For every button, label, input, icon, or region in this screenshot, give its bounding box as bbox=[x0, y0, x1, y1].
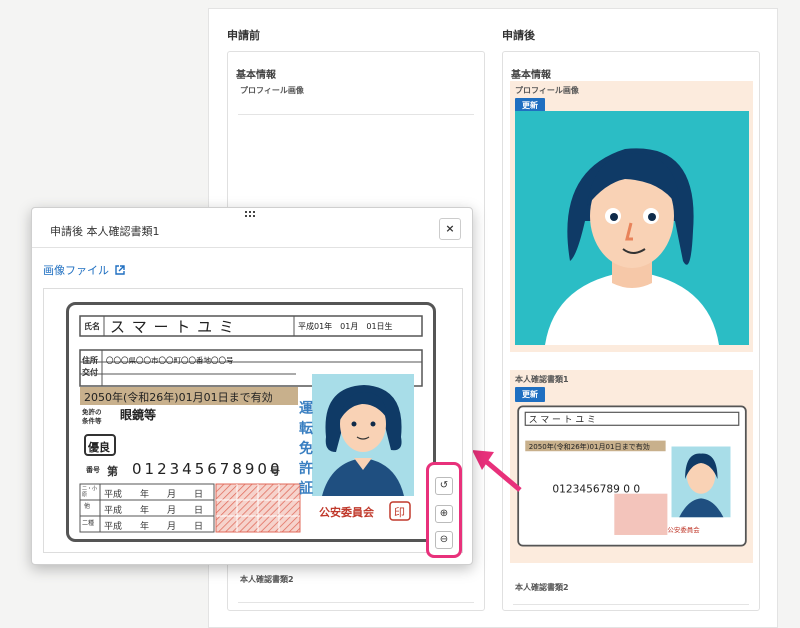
image-file-link[interactable]: 画像ファイル bbox=[43, 262, 125, 278]
zoom-out-button[interactable]: ⊖ bbox=[435, 531, 453, 549]
id-document-thumbnail[interactable]: ス マ ー ト ユ ミ 2050年(令和26年)01月01日まで有効 01234… bbox=[517, 402, 747, 550]
profile-image[interactable] bbox=[515, 111, 749, 345]
license-date-row-1: 平成 年 月 日 bbox=[104, 490, 204, 500]
rotate-icon: ↺ bbox=[439, 480, 449, 491]
license-name: ス マ ー ト ユ ミ bbox=[110, 318, 235, 336]
side-char: 転 bbox=[299, 421, 313, 437]
after-doc2-label: 本人確認書類2 bbox=[515, 583, 569, 592]
divider bbox=[513, 604, 749, 605]
license-category-3: 二種 bbox=[82, 520, 95, 527]
license-seal: 印 bbox=[394, 506, 405, 519]
zoom-in-button[interactable]: ⊕ bbox=[435, 505, 453, 523]
license-category-2: 他 bbox=[84, 503, 91, 510]
side-char: 運 bbox=[299, 401, 313, 417]
side-char: 証 bbox=[299, 481, 313, 497]
before-profile-label: プロフィール画像 bbox=[240, 86, 304, 95]
image-viewer-area[interactable]: 氏名 ス マ ー ト ユ ミ 平成01年 01月 01日生 住所 〇〇〇県〇〇市… bbox=[43, 288, 463, 553]
license-validity: 2050年(令和26年)01月01日まで有効 bbox=[84, 391, 273, 404]
close-button[interactable]: × bbox=[439, 218, 461, 240]
license-issue-label: 交付 bbox=[82, 368, 98, 377]
license-number-prefix: 第 bbox=[107, 465, 118, 478]
divider bbox=[32, 247, 472, 248]
external-link-icon bbox=[114, 265, 125, 275]
doc1-updated-badge: 更新 bbox=[515, 387, 545, 402]
modal-title: 申請後 本人確認書類1 bbox=[50, 225, 160, 238]
svg-text:0123456789 0 0: 0123456789 0 0 bbox=[552, 483, 640, 496]
after-column-title: 申請後 bbox=[502, 29, 535, 42]
license-number-label: 番号 bbox=[86, 466, 100, 474]
license-side-title: 運 転 免 許 証 bbox=[298, 399, 314, 499]
before-doc2-label: 本人確認書類2 bbox=[240, 575, 294, 584]
license-category-1: 二・小 原 bbox=[82, 486, 98, 498]
side-char: 許 bbox=[299, 461, 313, 477]
license-date-row-3: 平成 年 月 日 bbox=[104, 522, 204, 532]
license-date-row-2: 平成 年 月 日 bbox=[104, 506, 204, 516]
after-basic-info-section: 基本情報 プロフィール画像 更新 本人確認書類1 更新 ス マ ー ト ユ ミ … bbox=[502, 51, 760, 611]
license-name-label: 氏名 bbox=[84, 322, 100, 331]
before-column-title: 申請前 bbox=[227, 29, 260, 42]
license-condition: 眼鏡等 bbox=[120, 408, 157, 422]
after-basic-info-title: 基本情報 bbox=[511, 70, 551, 81]
document-viewer-modal: 申請後 本人確認書類1 × 画像ファイル 氏名 ス マ ー ト ユ ミ 平成01… bbox=[31, 207, 473, 565]
drag-handle-icon[interactable] bbox=[245, 211, 259, 219]
zoom-out-icon: ⊖ bbox=[439, 534, 449, 545]
license-number: 012345678900 bbox=[132, 460, 283, 478]
license-condition-label: 免許の 条件等 bbox=[82, 408, 102, 425]
divider bbox=[238, 602, 474, 603]
license-address: 〇〇〇県〇〇市〇〇町〇〇番地〇〇号 bbox=[106, 356, 234, 365]
license-issuer: 公安委員会 bbox=[319, 506, 374, 519]
rotate-button[interactable]: ↺ bbox=[435, 477, 453, 495]
license-address-label: 住所 bbox=[82, 356, 98, 365]
before-basic-info-title: 基本情報 bbox=[236, 70, 276, 81]
divider bbox=[238, 114, 474, 115]
image-tools-highlight: ↺ ⊕ ⊖ bbox=[426, 462, 462, 558]
zoom-in-icon: ⊕ bbox=[439, 508, 449, 519]
after-doc1-label: 本人確認書類1 bbox=[515, 375, 569, 384]
svg-text:公安委員会: 公安委員会 bbox=[667, 525, 700, 534]
svg-text:ス マ ー ト ユ ミ: ス マ ー ト ユ ミ bbox=[529, 415, 596, 425]
license-grade: 優良 bbox=[88, 441, 110, 454]
image-file-link-label: 画像ファイル bbox=[43, 264, 109, 277]
license-number-suffix: 号 bbox=[270, 467, 280, 478]
side-char: 免 bbox=[299, 441, 313, 457]
svg-text:2050年(令和26年)01月01日まで有効: 2050年(令和26年)01月01日まで有効 bbox=[529, 442, 650, 451]
after-profile-label: プロフィール画像 bbox=[515, 86, 579, 95]
license-birth: 平成01年 01月 01日生 bbox=[298, 322, 393, 331]
